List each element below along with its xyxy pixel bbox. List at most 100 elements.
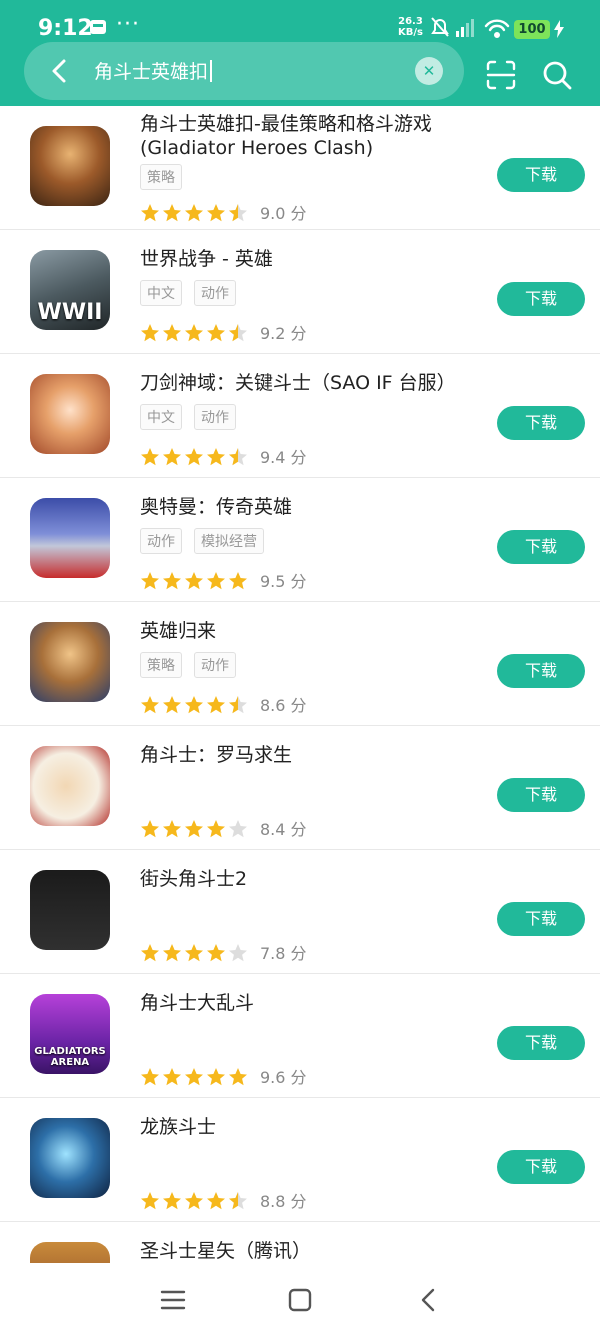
app-row[interactable]: 英雄归来策略 动作 8.6 分 下载 [0,602,600,726]
gladiators-arena-icon[interactable]: GLADIATORS ARENA [30,994,110,1074]
app-tag: 动作 [194,652,236,678]
app-name[interactable]: 角斗士：罗马求生 [140,743,480,767]
star-full-icon [163,1191,181,1209]
app-row[interactable]: 龙族斗士 8.8 分 下载 [0,1098,600,1222]
star-full-icon [207,447,225,465]
star-full-icon [229,571,247,589]
saint-seiya-icon[interactable] [30,1242,110,1263]
search-input[interactable]: 角斗士英雄扣 [94,57,213,84]
app-name[interactable]: 世界战争 - 英雄 [140,247,480,271]
app-score: 9.5 分 [260,572,307,591]
app-name[interactable]: 圣斗士星矢（腾讯） [140,1239,480,1263]
app-name[interactable]: 龙族斗士 [140,1115,480,1139]
world-war-heroes-icon[interactable]: WWII [30,250,110,330]
app-name[interactable]: 街头角斗士2 [140,867,480,891]
star-full-icon [185,1191,203,1209]
status-bar: 9:12 ··· 26.3 KB/s 100 [0,0,600,44]
mute-bell-icon [431,17,449,37]
star-full-icon [163,447,181,465]
search-box[interactable]: 角斗士英雄扣 ✕ [24,42,464,100]
app-tags: 中文 动作 [140,404,248,430]
app-score: 9.4 分 [260,448,307,467]
app-rating: 8.6 分 [140,692,307,715]
app-row[interactable]: 刀剑神域：关键斗士（SAO IF 台服） 中文 动作 9.4 分 下载 [0,354,600,478]
download-button[interactable]: 下载 [497,530,585,564]
status-icons [431,17,510,39]
app-rating: 9.6 分 [140,1064,307,1087]
star-full-icon [163,323,181,341]
network-speed: 26.3 KB/s [398,16,423,38]
street-gladiator-icon[interactable] [30,870,110,950]
star-full-icon [141,571,159,589]
star-full-icon [141,1191,159,1209]
app-tag: 策略 [140,652,182,678]
sao-icon[interactable] [30,374,110,454]
download-button[interactable]: 下载 [497,158,585,192]
status-time: 9:12 [38,16,93,41]
app-rating: 8.4 分 [140,816,307,839]
star-full-icon [229,1067,247,1085]
download-button[interactable]: 下载 [497,1026,585,1060]
download-button[interactable]: 下载 [497,282,585,316]
download-button[interactable]: 下载 [497,654,585,688]
star-empty-icon [229,943,247,961]
star-full-icon [163,695,181,713]
app-name[interactable]: 奥特曼：传奇英雄 [140,495,480,519]
gladiator-heroes-icon[interactable] [30,126,110,206]
app-icon-label: WWII [37,299,103,325]
download-button[interactable]: 下载 [497,406,585,440]
app-row[interactable]: 街头角斗士2 7.8 分 下载 [0,850,600,974]
app-score: 8.6 分 [260,696,307,715]
download-button[interactable]: 下载 [497,902,585,936]
app-tag: 动作 [194,280,236,306]
app-row[interactable]: GLADIATORS ARENA 角斗士大乱斗 9.6 分 下载 [0,974,600,1098]
star-full-icon [141,203,159,221]
star-full-icon [185,1067,203,1085]
app-name[interactable]: 刀剑神域：关键斗士（SAO IF 台服） [140,371,480,395]
star-full-icon [207,203,225,221]
app-rating: 7.8 分 [140,940,307,963]
gladiator-rome-icon[interactable] [30,746,110,826]
charging-icon [554,20,564,38]
search-icon[interactable] [542,60,572,90]
star-empty-icon [229,819,247,837]
menu-icon[interactable] [158,1285,188,1315]
ultraman-icon[interactable] [30,498,110,578]
app-name[interactable]: 英雄归来 [140,619,480,643]
star-half-icon [229,695,247,713]
app-row[interactable]: 圣斗士星矢（腾讯） [0,1222,600,1263]
search-results-list[interactable]: 角斗士英雄扣-最佳策略和格斗游戏 (Gladiator Heroes Clash… [0,106,600,1263]
app-name[interactable]: 角斗士大乱斗 [140,991,480,1015]
star-full-icon [141,819,159,837]
app-tag: 中文 [140,404,182,430]
app-row[interactable]: WWII 世界战争 - 英雄 中文 动作 9.2 分 下载 [0,230,600,354]
app-name[interactable]: 角斗士英雄扣-最佳策略和格斗游戏 (Gladiator Heroes Clash… [140,112,480,160]
star-full-icon [163,203,181,221]
app-tag: 动作 [140,528,182,554]
text-caret [210,60,213,82]
app-tags: 动作 模拟经营 [140,528,276,554]
app-score: 7.8 分 [260,944,307,963]
back-icon[interactable] [414,1285,444,1315]
app-row[interactable]: 角斗士：罗马求生 8.4 分 下载 [0,726,600,850]
star-half-icon [229,447,247,465]
more-notifications-icon: ··· [116,12,140,37]
download-button[interactable]: 下载 [497,1150,585,1184]
star-full-icon [207,1067,225,1085]
star-full-icon [185,203,203,221]
app-row[interactable]: 奥特曼：传奇英雄 动作 模拟经营 9.5 分 下载 [0,478,600,602]
scan-icon[interactable] [486,60,516,90]
home-icon[interactable] [285,1285,315,1315]
hero-return-icon[interactable] [30,622,110,702]
dragon-fighter-icon[interactable] [30,1118,110,1198]
app-row[interactable]: 角斗士英雄扣-最佳策略和格斗游戏 (Gladiator Heroes Clash… [0,106,600,230]
system-navigation-bar [0,1263,600,1333]
signal-icon [456,19,474,37]
clear-search-button[interactable]: ✕ [415,57,443,85]
back-arrow-icon[interactable] [46,56,74,86]
download-button[interactable]: 下载 [497,778,585,812]
app-icon-label: GLADIATORS ARENA [34,1046,106,1068]
network-speed-unit: KB/s [398,27,423,38]
app-tags: 策略 [140,164,194,190]
star-full-icon [163,571,181,589]
